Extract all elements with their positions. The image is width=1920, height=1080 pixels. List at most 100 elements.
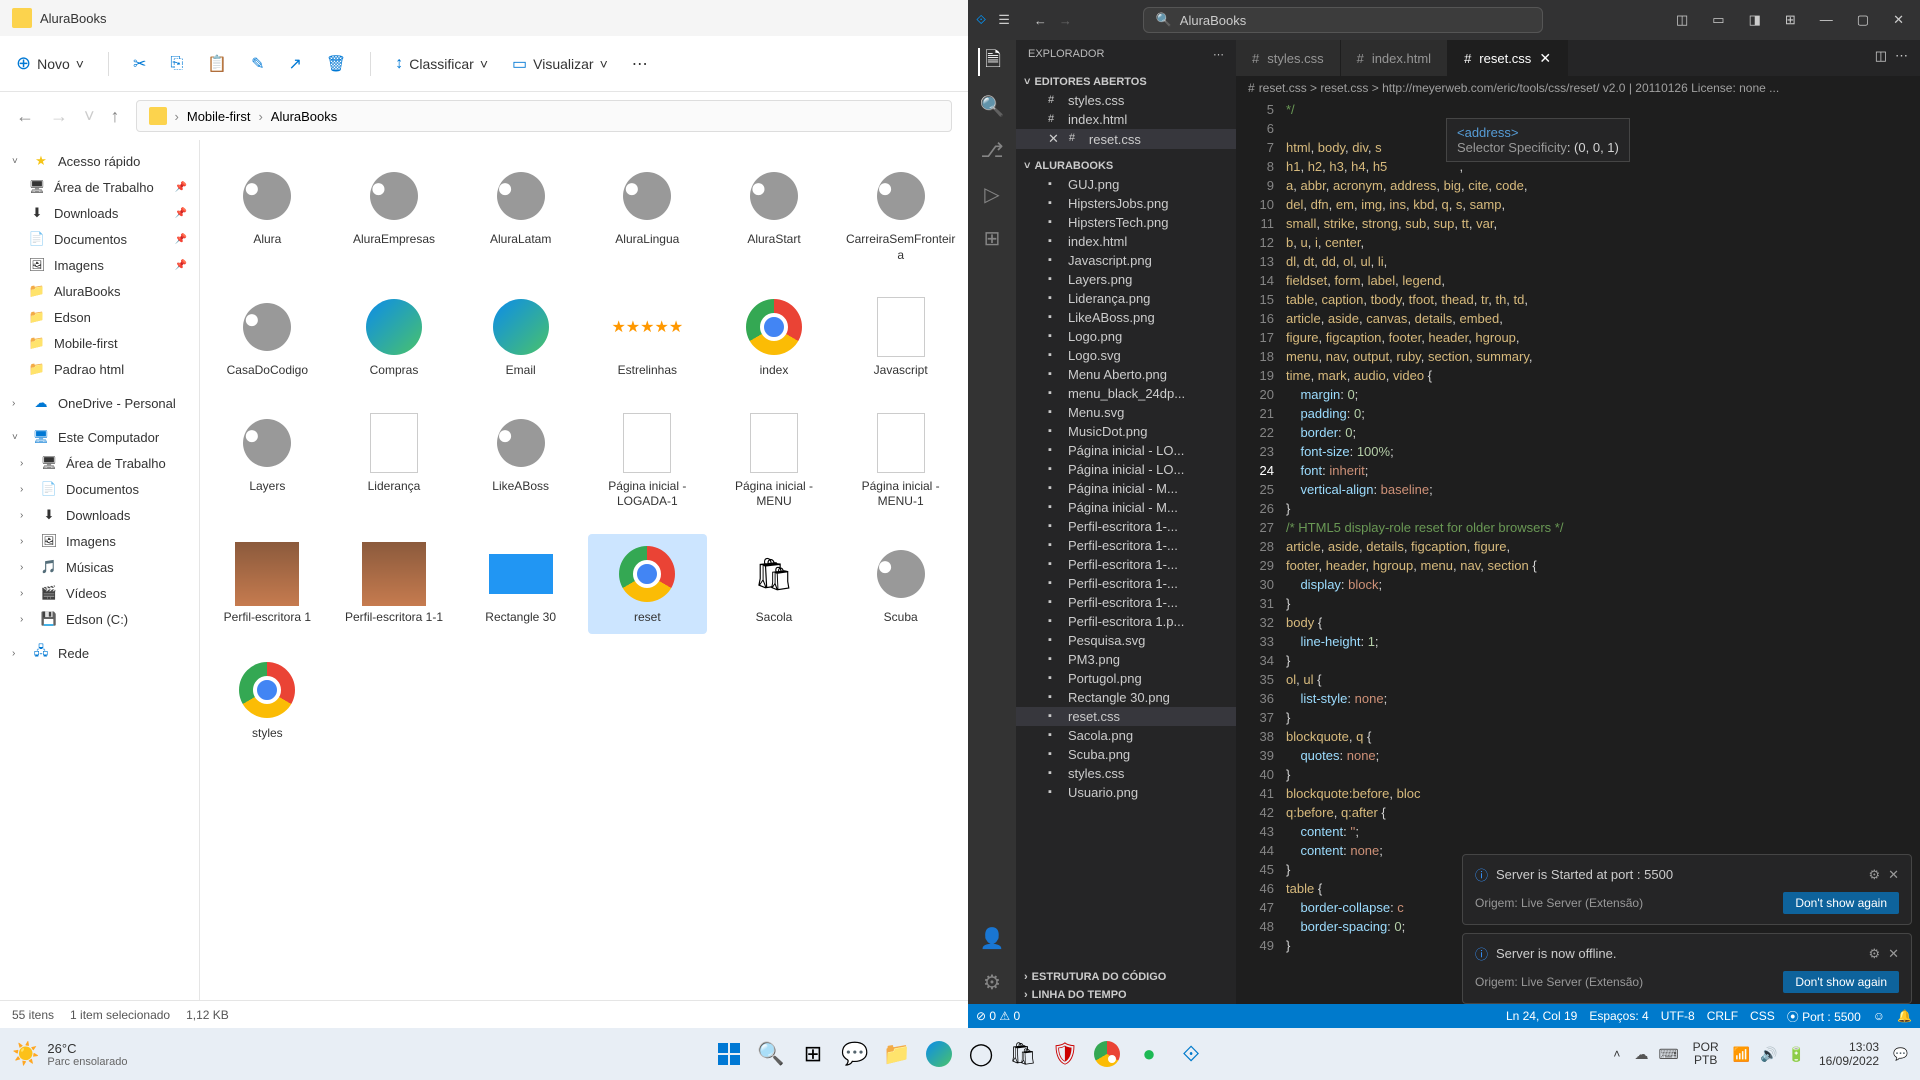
file-item[interactable]: ●Alura (208, 156, 327, 271)
file-item[interactable]: ●LikeABoss (461, 403, 580, 518)
project-file-item[interactable]: ▪Perfil-escritora 1-... (1016, 517, 1236, 536)
more-icon[interactable]: ⋯ (632, 54, 648, 74)
outline-section[interactable]: › ESTRUTURA DO CÓDIGO (1016, 968, 1236, 986)
start-button[interactable] (711, 1036, 747, 1072)
sidebar-item[interactable]: 📁Padrao html (0, 356, 199, 382)
file-explorer-icon[interactable]: 📁 (879, 1036, 915, 1072)
sidebar-item[interactable]: ›📄Documentos (0, 476, 199, 502)
battery-icon[interactable]: 🔋 (1788, 1046, 1805, 1063)
file-item[interactable]: ●AluraEmpresas (335, 156, 454, 271)
file-item[interactable]: ●CasaDoCodigo (208, 287, 327, 387)
project-file-item[interactable]: ▪Layers.png (1016, 270, 1236, 289)
project-file-item[interactable]: ▪Perfil-escritora 1-... (1016, 555, 1236, 574)
project-file-item[interactable]: ▪MusicDot.png (1016, 422, 1236, 441)
file-item[interactable]: 🛍Sacola (715, 534, 834, 634)
project-file-item[interactable]: ▪Scuba.png (1016, 745, 1236, 764)
share-icon[interactable]: ↗ (289, 54, 302, 74)
sort-button[interactable]: ↕ Classificar ˅ (395, 55, 488, 73)
project-file-item[interactable]: ▪Logo.svg (1016, 346, 1236, 365)
view-button[interactable]: ▭ Visualizar ˅ (512, 54, 608, 74)
maximize-button[interactable]: ▢ (1849, 8, 1877, 32)
project-file-item[interactable]: ▪Rectangle 30.png (1016, 688, 1236, 707)
command-center[interactable]: 🔍 AluraBooks (1143, 7, 1543, 33)
status-port[interactable]: ⦿ Port : 5500 (1787, 1008, 1861, 1025)
sidebar-item[interactable]: 📁AluraBooks (0, 278, 199, 304)
weather-widget[interactable]: ☀️ 26°C Parc ensolarado (12, 1041, 128, 1068)
close-icon[interactable]: ✕ (1539, 50, 1551, 67)
file-item[interactable]: Página inicial - LOGADA-1 (588, 403, 707, 518)
sidebar-item[interactable]: 📄Documentos📌 (0, 226, 199, 252)
forward-button[interactable]: → (50, 106, 68, 127)
project-file-item[interactable]: ▪index.html (1016, 232, 1236, 251)
breadcrumb[interactable]: › Mobile-first › AluraBooks (136, 100, 952, 132)
cut-icon[interactable]: ✂ (133, 54, 146, 74)
breadcrumb-segment[interactable]: AluraBooks (271, 109, 337, 124)
menu-icon[interactable]: ☰ (994, 8, 1014, 32)
rename-icon[interactable]: ✎ (251, 54, 264, 74)
breadcrumb-segment[interactable]: Mobile-first (187, 109, 251, 124)
file-item[interactable]: index (715, 287, 834, 387)
open-editor-item[interactable]: #index.html (1016, 110, 1236, 129)
split-icon[interactable]: ◫ (1875, 48, 1887, 68)
project-file-item[interactable]: ▪Sacola.png (1016, 726, 1236, 745)
editor-breadcrumb[interactable]: # reset.css > reset.css > http://meyerwe… (1236, 76, 1920, 100)
project-file-item[interactable]: ▪reset.css (1016, 707, 1236, 726)
editor-tab[interactable]: #styles.css (1236, 40, 1341, 76)
layout-icon[interactable]: ▭ (1704, 8, 1732, 32)
sidebar-item[interactable]: 📁Mobile-first (0, 330, 199, 356)
wifi-icon[interactable]: 📶 (1733, 1046, 1750, 1063)
project-file-item[interactable]: ▪Portugol.png (1016, 669, 1236, 688)
project-file-item[interactable]: ▪PM3.png (1016, 650, 1236, 669)
project-file-item[interactable]: ▪Logo.png (1016, 327, 1236, 346)
clock[interactable]: 13:03 16/09/2022 (1819, 1040, 1879, 1069)
explorer-icon[interactable]: 🗎 (978, 48, 1006, 76)
file-item[interactable]: ●AluraLatam (461, 156, 580, 271)
project-file-item[interactable]: ▪Perfil-escritora 1-... (1016, 536, 1236, 555)
forward-icon[interactable]: → (1055, 9, 1076, 32)
file-item[interactable]: ●AluraLingua (588, 156, 707, 271)
project-file-item[interactable]: ▪GUJ.png (1016, 175, 1236, 194)
delete-icon[interactable]: 🗑 (326, 54, 346, 74)
editor-tab[interactable]: #reset.css✕ (1448, 40, 1568, 76)
up-button[interactable]: ↑ (111, 106, 120, 127)
file-item[interactable]: Liderança (335, 403, 454, 518)
sidebar-item[interactable]: ⬇Downloads📌 (0, 200, 199, 226)
sidebar-item[interactable]: ›🖼Imagens (0, 528, 199, 554)
project-file-item[interactable]: ▪Menu Aberto.png (1016, 365, 1236, 384)
sidebar-network[interactable]: › 🖧 Rede (0, 640, 199, 666)
file-item[interactable]: ★★★★★Estrelinhas (588, 287, 707, 387)
sidebar-item[interactable]: ›🎵Músicas (0, 554, 199, 580)
edge-icon[interactable] (921, 1036, 957, 1072)
source-control-icon[interactable]: ⎇ (978, 136, 1006, 164)
search-button[interactable]: 🔍 (753, 1036, 789, 1072)
task-view-button[interactable]: ⊞ (795, 1036, 831, 1072)
file-item[interactable]: reset (588, 534, 707, 634)
project-file-item[interactable]: ▪LikeABoss.png (1016, 308, 1236, 327)
project-file-item[interactable]: ▪Usuario.png (1016, 783, 1236, 802)
status-eol[interactable]: CRLF (1707, 1009, 1738, 1023)
volume-icon[interactable]: 🔊 (1760, 1046, 1777, 1063)
layout-icon[interactable]: ◫ (1668, 8, 1696, 32)
store-icon[interactable]: 🛍 (1005, 1036, 1041, 1072)
sidebar-item[interactable]: ›💾Edson (C:) (0, 606, 199, 632)
file-item[interactable]: Página inicial - MENU-1 (841, 403, 960, 518)
project-file-item[interactable]: ▪Pesquisa.svg (1016, 631, 1236, 650)
project-file-item[interactable]: ▪menu_black_24dp... (1016, 384, 1236, 403)
project-file-item[interactable]: ▪Página inicial - M... (1016, 479, 1236, 498)
project-file-item[interactable]: ▪Página inicial - LO... (1016, 441, 1236, 460)
status-encoding[interactable]: UTF-8 (1661, 1009, 1695, 1023)
paste-icon[interactable]: 📋 (207, 54, 227, 74)
more-icon[interactable]: ⋯ (1213, 48, 1224, 61)
close-button[interactable]: ✕ (1885, 8, 1912, 32)
close-icon[interactable]: ✕ (1888, 946, 1899, 962)
dont-show-button[interactable]: Don't show again (1783, 892, 1899, 914)
back-icon[interactable]: ← (1030, 9, 1051, 32)
debug-icon[interactable]: ▷ (978, 180, 1006, 208)
status-errors[interactable]: ⊘ 0 ⚠ 0 (976, 1009, 1020, 1023)
file-item[interactable]: Página inicial - MENU (715, 403, 834, 518)
layout-icon[interactable]: ◨ (1741, 8, 1769, 32)
file-item[interactable]: ●AluraStart (715, 156, 834, 271)
project-file-item[interactable]: ▪Perfil-escritora 1-... (1016, 574, 1236, 593)
sidebar-item[interactable]: 🖥Área de Trabalho📌 (0, 174, 199, 200)
tray-chevron-icon[interactable]: ˄ (1613, 1047, 1620, 1061)
